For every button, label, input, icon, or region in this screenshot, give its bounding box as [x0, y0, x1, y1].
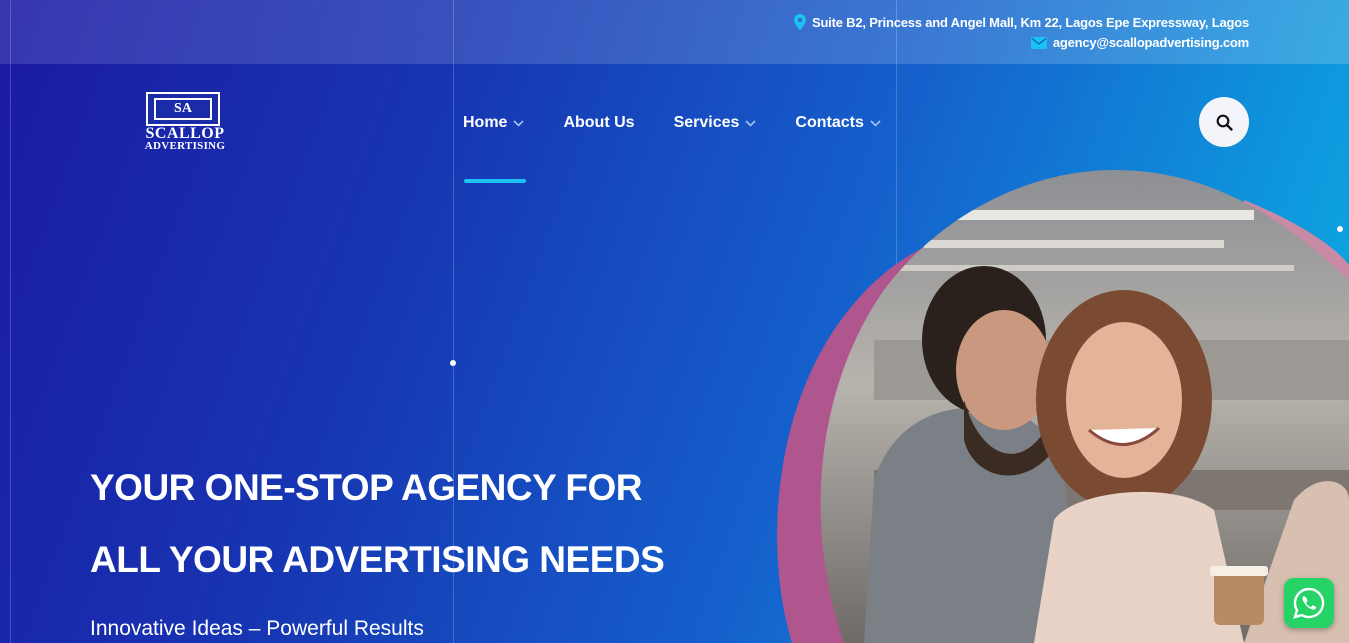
nav-label: About Us: [563, 114, 635, 131]
nav-item-home[interactable]: Home: [463, 112, 525, 134]
address-text: Suite B2, Princess and Angel Mall, Km 22…: [811, 14, 1249, 30]
decor-dot: [450, 360, 456, 366]
logo-emblem: SA: [146, 92, 220, 126]
chevron-down-icon: [870, 119, 881, 127]
hero-title-line-2: ALL YOUR ADVERTISING NEEDS: [90, 539, 665, 580]
hero-subtitle: Innovative Ideas – Powerful Results: [90, 617, 424, 640]
nav-label: Home: [463, 114, 508, 131]
hero-title-line-1: YOUR ONE-STOP AGENCY FOR: [90, 467, 643, 508]
chevron-down-icon: [745, 119, 756, 127]
search-icon: [1216, 114, 1233, 131]
site-logo[interactable]: SA SCALLOP ADVERTISING: [118, 90, 252, 154]
envelope-icon: [1030, 36, 1047, 49]
nav-label: Contacts: [795, 114, 864, 131]
whatsapp-button[interactable]: [1284, 578, 1334, 628]
active-nav-indicator: [464, 179, 526, 183]
search-button[interactable]: [1199, 97, 1249, 147]
top-info-bar: Suite B2, Princess and Angel Mall, Km 22…: [0, 0, 1349, 64]
hero-image: [777, 170, 1349, 643]
hero-title: YOUR ONE-STOP AGENCY FOR ALL YOUR ADVERT…: [90, 452, 790, 596]
nav-item-about[interactable]: About Us: [563, 112, 634, 134]
whatsapp-icon: [1293, 587, 1325, 619]
email-link[interactable]: agency@scallopadvertising.com: [1053, 35, 1249, 50]
nav-item-services[interactable]: Services: [674, 112, 757, 134]
logo-emblem-mark: SA: [154, 98, 212, 120]
logo-tagline: ADVERTISING: [144, 140, 226, 152]
map-pin-icon: [793, 14, 806, 30]
chevron-down-icon: [513, 119, 525, 127]
address-line: Suite B2, Princess and Angel Mall, Km 22…: [793, 14, 1249, 30]
nav-label: Services: [673, 114, 740, 131]
main-nav: Home About Us Services Contacts: [463, 112, 920, 134]
email-line[interactable]: agency@scallopadvertising.com: [1030, 35, 1249, 50]
decor-line: [10, 0, 11, 643]
nav-item-contacts[interactable]: Contacts: [795, 112, 881, 134]
